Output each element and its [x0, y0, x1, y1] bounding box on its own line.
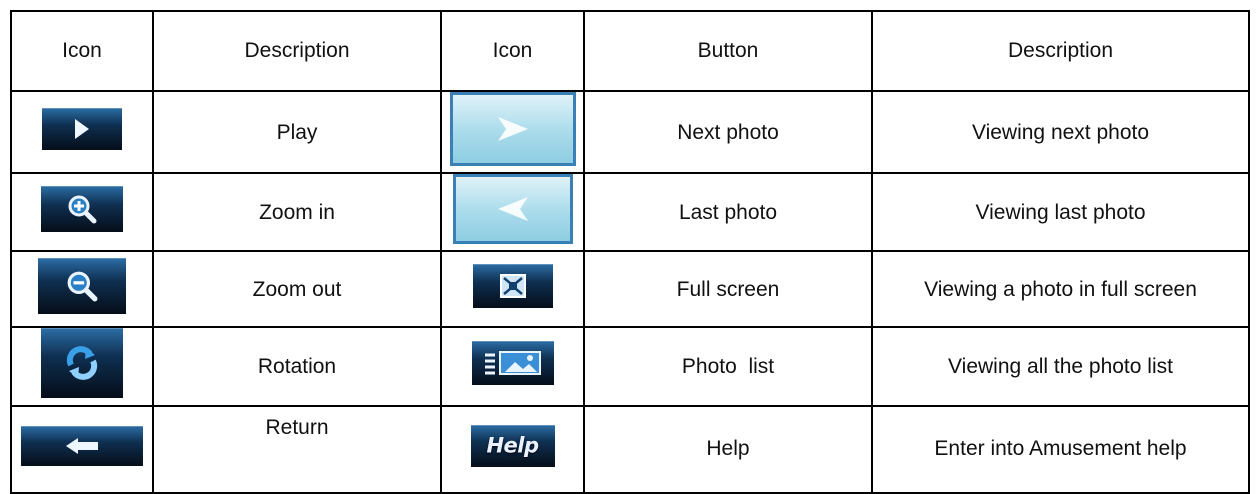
icon-cell [10, 250, 154, 329]
icon-reference-table: Icon Description Icon Button Description… [10, 10, 1250, 494]
icon-cell [440, 326, 585, 407]
last-photo-icon [452, 174, 573, 245]
icon-label-cell: Play [152, 89, 442, 175]
table-header-row: Icon Description Icon Button Description [10, 10, 1250, 92]
icon-cell [10, 404, 154, 494]
header-description-1: Description [152, 10, 442, 92]
header-icon-2: Icon [440, 10, 585, 92]
icon-label-cell: Rotation [152, 326, 442, 407]
rotation-icon [41, 328, 123, 399]
return-icon [21, 425, 143, 466]
description-cell: Viewing last photo [871, 172, 1250, 253]
header-description-2: Description [871, 10, 1250, 92]
button-name-cell: Help [583, 404, 873, 494]
icon-cell [440, 250, 585, 329]
help-icon-text: Help [486, 433, 539, 458]
play-icon [42, 108, 122, 150]
icon-label-cell: Zoom out [152, 250, 442, 329]
icon-cell: Help [440, 404, 585, 494]
button-name-cell: Photo list [583, 326, 873, 407]
help-icon: Help [470, 424, 555, 467]
icon-label-cell: Zoom in [152, 172, 442, 253]
description-cell: Enter into Amusement help [871, 404, 1250, 494]
zoom-out-icon [38, 258, 126, 315]
table-row: Play Next photo Viewing next photo [10, 89, 1250, 175]
table-row: Rotation Photo list Viewing all the phot… [10, 326, 1250, 407]
icon-cell [10, 172, 154, 253]
button-name-cell: Full screen [583, 250, 873, 329]
description-cell: Viewing a photo in full screen [871, 250, 1250, 329]
header-icon-1: Icon [10, 10, 154, 92]
icon-cell [440, 89, 585, 175]
table-row: Zoom out Full screen Viewing a photo in … [10, 250, 1250, 329]
icon-cell [440, 172, 585, 253]
icon-label-cell: Return [152, 404, 442, 494]
icon-cell [10, 89, 154, 175]
button-name-cell: Next photo [583, 89, 873, 175]
next-photo-icon [449, 92, 576, 166]
table-row: Return Help Help Enter into Amusement he… [10, 404, 1250, 494]
header-button: Button [583, 10, 873, 92]
icon-cell [10, 326, 154, 407]
table-row: Zoom in Last photo Viewing last photo [10, 172, 1250, 253]
button-name-cell: Last photo [583, 172, 873, 253]
full-screen-icon [472, 264, 553, 309]
description-cell: Viewing next photo [871, 89, 1250, 175]
description-cell: Viewing all the photo list [871, 326, 1250, 407]
photo-list-icon [471, 341, 554, 386]
zoom-in-icon [41, 186, 123, 233]
